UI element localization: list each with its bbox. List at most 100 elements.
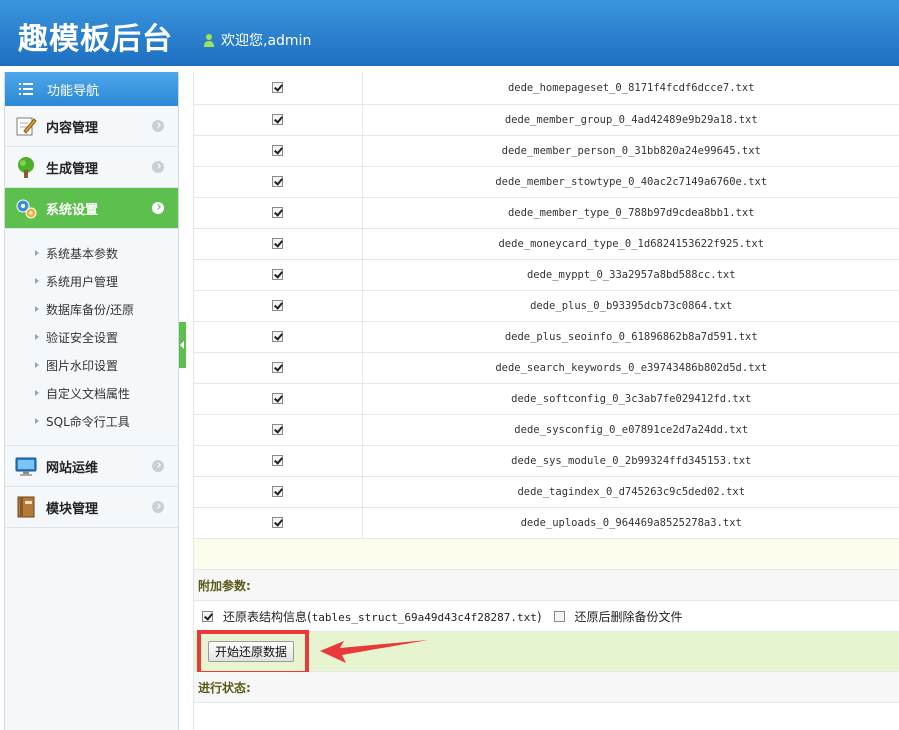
restore-struct-close: ) [536, 609, 542, 624]
empty-row [194, 539, 899, 570]
checkbox-cell [194, 352, 363, 384]
file-checkbox[interactable] [272, 145, 284, 156]
table-row: dede_member_group_0_4ad42489e9b29a18.txt [194, 104, 899, 136]
table-row: dede_sysconfig_0_e07891ce2d7a24dd.txt [194, 414, 899, 446]
restore-options: 还原表结构信息(tables_struct_69a49d43c4f28287.t… [194, 601, 899, 632]
file-name-cell: dede_search_keywords_0_e39743486b802d5d.… [362, 352, 899, 384]
checkbox-cell [194, 228, 363, 260]
table-row: dede_myppt_0_33a2957a8bd588cc.txt [194, 259, 899, 291]
file-name-cell: dede_sysconfig_0_e07891ce2d7a24dd.txt [362, 414, 899, 446]
table-row: dede_member_stowtype_0_40ac2c7149a6760e.… [194, 166, 899, 198]
checkbox-cell [194, 259, 363, 291]
delete-after-checkbox[interactable] [553, 610, 565, 622]
table-row: dede_search_keywords_0_e39743486b802d5d.… [194, 352, 899, 384]
table-row: dede_uploads_0_964469a8525278a3.txt [194, 507, 899, 539]
file-checkbox[interactable] [272, 331, 284, 342]
main-content: dede_homepageset_0_8171f4fcdf6dcce7.txt d… [193, 72, 899, 730]
file-checkbox[interactable] [272, 238, 284, 249]
top-header: 趣模板后台 欢迎您,admin [0, 0, 899, 66]
file-name-cell: dede_member_group_0_4ad42489e9b29a18.txt [362, 104, 899, 136]
subnav-item-watermark[interactable]: 图片水印设置 [5, 351, 178, 379]
subnav-item-custom-attr[interactable]: 自定义文档属性 [5, 379, 178, 407]
triangle-right-icon [35, 334, 39, 340]
nav-section-generate[interactable]: 生成管理 [5, 147, 178, 188]
nav-section-ops[interactable]: 网站运维 [5, 446, 178, 487]
triangle-right-icon [35, 306, 39, 312]
table-row: dede_member_type_0_788b97d9cdea8bb1.txt [194, 197, 899, 229]
checkbox-cell [194, 476, 363, 508]
subnav-item-basic-params[interactable]: 系统基本参数 [5, 239, 178, 267]
file-checkbox[interactable] [272, 455, 284, 466]
table-row: dede_member_person_0_31bb820a24e99645.tx… [194, 135, 899, 167]
checkbox-cell [194, 414, 363, 446]
nav-section-modules[interactable]: 模块管理 [5, 487, 178, 528]
brand-title: 趣模板后台 [18, 22, 173, 57]
file-name-cell: dede_plus_0_b93395dcb73c0864.txt [362, 290, 899, 322]
nav-title-label: 功能导航 [47, 83, 100, 99]
file-checkbox[interactable] [272, 393, 284, 404]
nav-section-label: 生成管理 [46, 161, 99, 177]
chevron-right-icon [152, 202, 164, 214]
backup-file-table: dede_homepageset_0_8171f4fcdf6dcce7.txt d… [194, 72, 899, 539]
restore-struct-text: 还原表结构信息( [223, 609, 312, 624]
restore-struct-checkbox[interactable] [202, 610, 213, 622]
checkbox-cell [194, 166, 363, 198]
file-checkbox[interactable] [272, 486, 284, 497]
nav-section-content[interactable]: 内容管理 [5, 106, 178, 147]
file-checkbox[interactable] [272, 176, 284, 187]
triangle-right-icon [35, 362, 39, 368]
triangle-right-icon [35, 418, 39, 424]
subnav-item-security[interactable]: 验证安全设置 [5, 323, 178, 351]
subnav-label: 系统用户管理 [46, 274, 119, 289]
file-name-cell: dede_myppt_0_33a2957a8bd588cc.txt [362, 259, 899, 291]
file-name-cell: dede_moneycard_type_0_1d6824153622f925.t… [362, 228, 899, 260]
table-row: dede_sys_module_0_2b99324ffd345153.txt [194, 445, 899, 477]
nav-title: 功能导航 [5, 72, 178, 106]
subnav-item-db-backup[interactable]: 数据库备份/还原 [5, 295, 178, 323]
checkbox-cell [194, 321, 363, 353]
checkbox-cell [194, 445, 363, 477]
book-icon [17, 496, 35, 518]
file-name-cell: dede_softconfig_0_3c3ab7fe029412fd.txt [362, 383, 899, 415]
system-subnav: 系统基本参数 系统用户管理 数据库备份/还原 验证安全设置 图片水印设置 自定义… [5, 229, 178, 446]
file-name-cell: dede_member_person_0_31bb820a24e99645.tx… [362, 135, 899, 167]
checkbox-cell [194, 197, 363, 229]
subnav-item-sql-tool[interactable]: SQL命令行工具 [5, 407, 178, 435]
file-checkbox[interactable] [272, 424, 284, 435]
chevron-right-icon [152, 120, 164, 132]
subnav-label: 验证安全设置 [46, 330, 119, 345]
table-row: dede_moneycard_type_0_1d6824153622f925.t… [194, 228, 899, 260]
struct-file-name: tables_struct_69a49d43c4f28287.txt [311, 610, 537, 624]
checkbox-cell [194, 104, 363, 136]
file-checkbox[interactable] [272, 517, 284, 528]
user-icon [204, 34, 214, 47]
nav-section-system[interactable]: 系统设置 [5, 188, 178, 229]
table-row: dede_tagindex_0_d745263c9c5ded02.txt [194, 476, 899, 508]
checkbox-cell [194, 135, 363, 167]
welcome-message: 欢迎您,admin [203, 30, 311, 50]
gears-icon [16, 199, 37, 219]
triangle-right-icon [35, 250, 39, 256]
subnav-item-users[interactable]: 系统用户管理 [5, 267, 178, 295]
subnav-label: 数据库备份/还原 [46, 302, 135, 317]
file-checkbox[interactable] [272, 114, 284, 125]
tree-icon [18, 157, 34, 178]
nav-section-label: 内容管理 [46, 120, 99, 136]
file-name-cell: dede_homepageset_0_8171f4fcdf6dcce7.txt [362, 72, 899, 105]
file-checkbox[interactable] [272, 82, 284, 94]
file-checkbox[interactable] [272, 300, 284, 311]
subnav-label: SQL命令行工具 [46, 414, 130, 429]
sidebar-collapse-handle[interactable] [179, 322, 186, 368]
file-checkbox[interactable] [272, 207, 284, 218]
triangle-right-icon [35, 278, 39, 284]
file-checkbox[interactable] [272, 269, 284, 280]
restore-struct-label: 还原表结构信息(tables_struct_69a49d43c4f28287.t… [223, 608, 542, 625]
table-row: dede_homepageset_0_8171f4fcdf6dcce7.txt [194, 72, 899, 105]
file-checkbox[interactable] [272, 362, 284, 373]
chevron-right-icon [152, 460, 164, 472]
checkbox-cell [194, 290, 363, 322]
file-name-cell: dede_plus_seoinfo_0_61896862b8a7d591.txt [362, 321, 899, 353]
nav-section-label: 系统设置 [46, 202, 99, 218]
list-icon [19, 83, 33, 95]
progress-status-label: 进行状态: [194, 672, 899, 703]
